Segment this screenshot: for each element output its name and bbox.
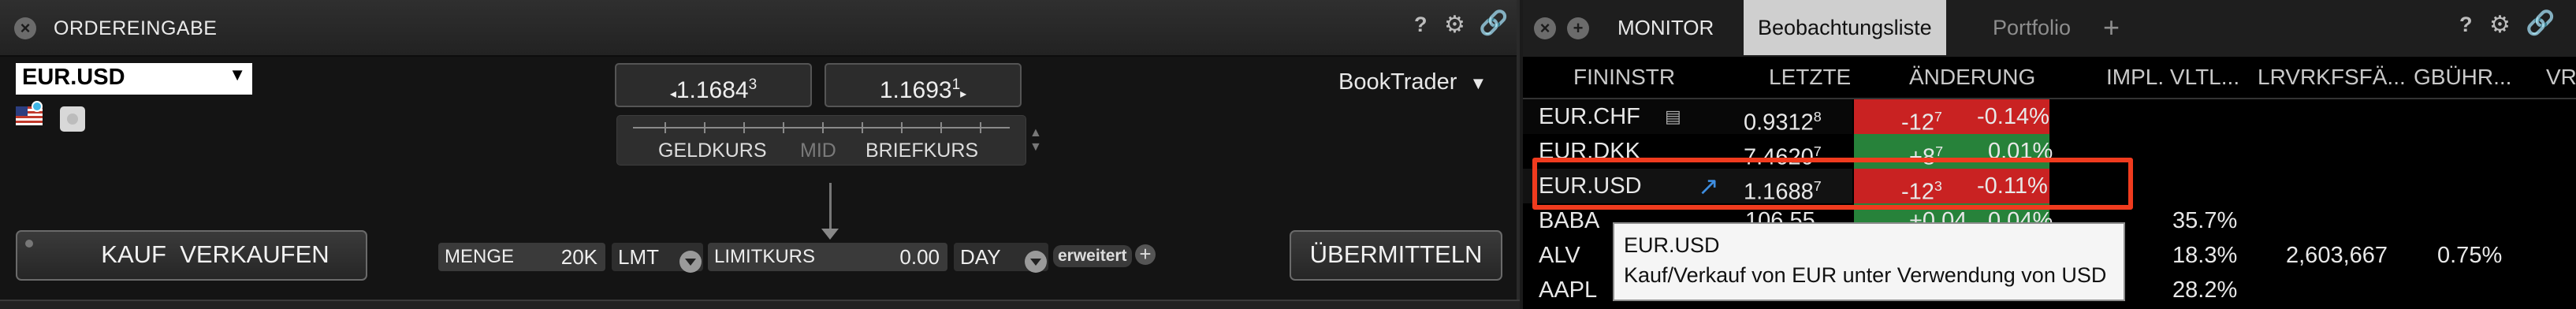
buy-sell-button[interactable]: KAUF VERKAUFEN — [16, 230, 367, 281]
bid-label: GELDKURS — [658, 140, 767, 162]
limit-price-value: 0.00 — [899, 245, 940, 269]
advanced-label: erweitert — [1053, 245, 1132, 267]
chevron-down-icon: ▼ — [1469, 73, 1487, 93]
column-header-vr[interactable]: VR — [2546, 65, 2576, 90]
buy-sell-label: KAUF VERKAUFEN — [101, 240, 329, 268]
table-row[interactable]: EUR.CHF ▤ 0.93128 -127 -0.14% — [1523, 99, 2576, 136]
limit-price-label: LIMITKURS — [714, 246, 816, 267]
instrument-cell: EUR.CHF — [1539, 104, 1640, 129]
change-value-tail: 7 — [1934, 109, 1942, 125]
last-value: 0.9312 — [1744, 110, 1814, 136]
ask-right-arrow-icon: ▸ — [960, 87, 967, 101]
time-in-force-select[interactable]: DAY — [954, 243, 1048, 274]
link-icon[interactable]: 🔗 — [1479, 9, 1508, 37]
monitor-title: MONITOR — [1617, 16, 1714, 39]
column-header-impl-vol[interactable]: IMPL. VLTL... — [2106, 65, 2239, 90]
market-data-icon[interactable] — [60, 106, 85, 132]
fee-cell: 0.75% — [2437, 243, 2503, 268]
note-icon[interactable]: ▤ — [1665, 99, 1681, 134]
help-icon[interactable]: ? — [2459, 13, 2473, 37]
instrument-cell: ALV — [1539, 243, 1580, 268]
column-header-fee[interactable]: GBÜHR... — [2414, 65, 2511, 90]
tooltip-title: EUR.USD — [1624, 233, 1720, 257]
order-type-value: LMT — [618, 245, 659, 269]
chevron-down-icon: ▼ — [229, 65, 246, 84]
tab-portfolio[interactable]: Portfolio — [1979, 0, 2085, 55]
change-pct-cell: -0.14% — [1977, 104, 2049, 129]
change-value: -12 — [1901, 110, 1934, 136]
last-cell: 0.93128 — [1744, 99, 1822, 136]
column-header-short[interactable]: LRVRKFSFÄ... — [2258, 65, 2406, 90]
order-entry-panel: × ORDEREINGABE ? ⚙ 🔗 EUR.USD ▼ ◂1.16843 … — [0, 0, 1520, 309]
plus-icon: + — [1135, 244, 1156, 265]
instrument-cell: AAPL — [1539, 277, 1598, 303]
submit-button[interactable]: ÜBERMITTELN — [1290, 230, 1502, 281]
time-in-force-value: DAY — [960, 245, 1001, 269]
tooltip: EUR.USD Kauf/Verkauf von EUR unter Verwe… — [1613, 222, 2125, 301]
tab-watchlist[interactable]: Beobachtungsliste — [1744, 0, 1946, 55]
last-value-tail: 7 — [1813, 143, 1822, 159]
order-titlebar — [0, 0, 1517, 57]
short-cell: 2,603,667 — [2286, 243, 2388, 268]
advanced-button[interactable]: erweitert + — [1053, 244, 1156, 268]
column-header-change[interactable]: ÄNDERUNG — [1909, 65, 2035, 90]
impl-vol-cell: 28.2% — [2172, 277, 2238, 303]
tooltip-text: Kauf/Verkauf von EUR unter Verwendung vo… — [1624, 263, 2107, 287]
scale-stepper-icon[interactable]: ▲ ▼ — [1029, 126, 1042, 154]
ask-price-box[interactable]: 1.16931▸ — [825, 63, 1022, 107]
down-arrow-icon — [821, 229, 839, 240]
quantity-field[interactable]: MENGE 20K — [438, 243, 605, 271]
gear-icon[interactable]: ⚙ — [2489, 11, 2511, 39]
connector-line — [829, 183, 832, 230]
status-dot-icon — [32, 101, 43, 112]
chevron-down-icon — [1025, 246, 1047, 274]
limit-price-field[interactable]: LIMITKURS 0.00 — [708, 243, 947, 271]
close-panel-icon[interactable]: × — [1534, 17, 1556, 39]
ask-price: 1.1693 — [879, 77, 952, 103]
price-scale[interactable]: GELDKURS MID BRIEFKURS — [616, 115, 1026, 166]
add-tab-icon[interactable]: + — [2095, 0, 2127, 55]
mid-label: MID — [800, 140, 836, 162]
bid-price: 1.1684 — [676, 77, 749, 103]
order-type-select[interactable]: LMT — [612, 243, 703, 274]
change-value-tail: 7 — [1935, 143, 1944, 159]
close-panel-icon[interactable]: × — [14, 17, 36, 39]
add-window-icon[interactable]: + — [1567, 17, 1589, 39]
grip-dot-icon — [25, 240, 33, 248]
panel-title: ORDEREINGABE — [54, 17, 218, 39]
chevron-down-icon — [679, 246, 702, 274]
column-header-last[interactable]: LETZTE — [1769, 65, 1851, 90]
panel-bottom-border — [0, 300, 1520, 309]
booktrader-menu[interactable]: BookTrader ▼ — [1338, 69, 1487, 95]
change-cell: -127 — [1901, 99, 1942, 136]
bid-price-tail: 3 — [748, 76, 758, 93]
last-value-tail: 8 — [1813, 109, 1822, 125]
highlight-frame — [1532, 158, 2133, 210]
bid-left-arrow-icon: ◂ — [669, 87, 676, 101]
impl-vol-cell: 35.7% — [2172, 208, 2238, 233]
symbol-value: EUR.USD — [22, 65, 125, 90]
quantity-value: 20K — [560, 245, 597, 269]
bid-price-box[interactable]: ◂1.16843 — [615, 63, 812, 107]
gear-icon[interactable]: ⚙ — [1444, 11, 1465, 39]
link-icon[interactable]: 🔗 — [2526, 9, 2555, 37]
ask-label: BRIEFKURS — [865, 140, 979, 162]
ask-price-tail: 1 — [951, 76, 961, 93]
booktrader-label: BookTrader — [1338, 69, 1457, 95]
quantity-label: MENGE — [445, 246, 515, 267]
help-icon[interactable]: ? — [1414, 13, 1428, 37]
impl-vol-cell: 18.3% — [2172, 243, 2238, 268]
column-header-instrument[interactable]: FININSTR — [1573, 65, 1675, 90]
symbol-selector[interactable]: EUR.USD ▼ — [16, 63, 252, 95]
